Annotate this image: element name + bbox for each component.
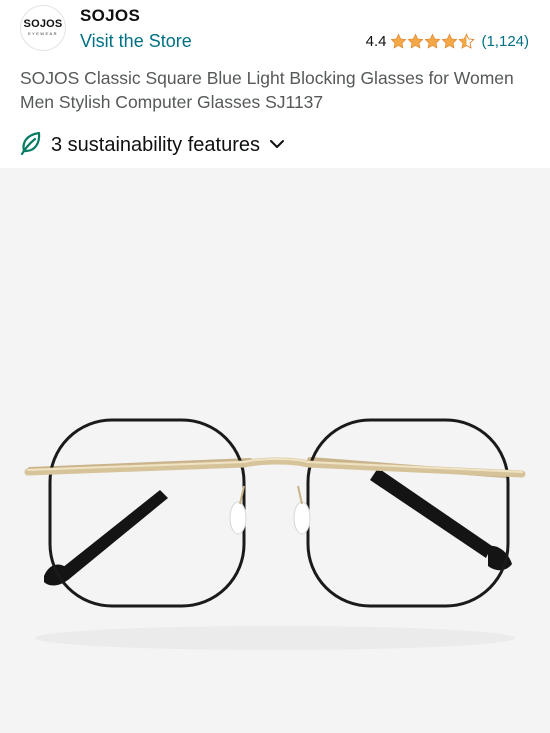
star-half-icon bbox=[458, 33, 476, 50]
brand-logo-subtext: EYEWEAR bbox=[28, 31, 58, 36]
sustainability-label: 3 sustainability features bbox=[51, 134, 261, 156]
visit-store-link[interactable]: Visit the Store bbox=[80, 31, 192, 52]
brand-name: SOJOS bbox=[80, 6, 141, 25]
star-full-icon bbox=[390, 33, 407, 50]
star-full-icon bbox=[424, 33, 441, 50]
brand-logo-text: SOJOS bbox=[23, 18, 63, 30]
star-full-icon bbox=[407, 33, 424, 50]
rating-stars bbox=[390, 33, 476, 50]
product-header: SOJOS EYEWEAR SOJOS Visit the Store 4.4 bbox=[0, 0, 550, 62]
rating-value: 4.4 bbox=[365, 33, 387, 50]
product-image[interactable] bbox=[0, 168, 550, 733]
rating-count-link[interactable]: (1,124) bbox=[481, 33, 529, 50]
brand-logo[interactable]: SOJOS EYEWEAR bbox=[20, 5, 66, 51]
star-full-icon bbox=[441, 33, 458, 50]
sustainability-features-toggle[interactable]: 3 sustainability features bbox=[20, 131, 285, 160]
chevron-down-icon bbox=[269, 137, 285, 155]
leaf-icon bbox=[20, 131, 42, 160]
rating-summary[interactable]: 4.4 (1,124) bbox=[366, 33, 529, 50]
glasses-image bbox=[24, 418, 526, 650]
product-title: SOJOS Classic Square Blue Light Blocking… bbox=[20, 68, 514, 112]
